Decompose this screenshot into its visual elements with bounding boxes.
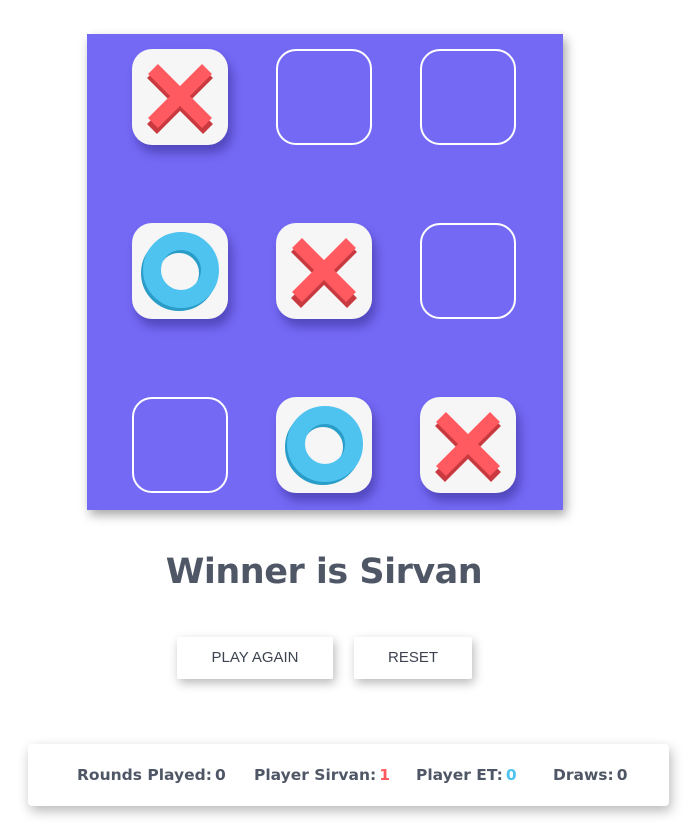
o-mark-icon xyxy=(285,406,363,485)
reset-button[interactable]: RESET xyxy=(354,637,472,679)
board-cell-7[interactable] xyxy=(132,397,228,493)
player-x-score: 1 xyxy=(379,766,391,784)
board-cell-5[interactable] xyxy=(276,223,372,319)
player-x-label: Player Sirvan: xyxy=(254,766,377,784)
rounds-played-stat: Rounds Played: 0 xyxy=(77,766,226,784)
board-cell-6[interactable] xyxy=(420,223,516,319)
player-o-stat: Player ET: 0 xyxy=(416,766,517,784)
draws-label: Draws: xyxy=(553,766,614,784)
player-o-score: 0 xyxy=(505,766,517,784)
board-cell-4[interactable] xyxy=(132,223,228,319)
rounds-played-label: Rounds Played: xyxy=(77,766,212,784)
game-board xyxy=(87,34,563,510)
play-again-button[interactable]: PLAY AGAIN xyxy=(177,637,333,679)
o-mark-icon xyxy=(141,232,219,311)
rounds-played-value: 0 xyxy=(214,766,226,784)
player-x-stat: Player Sirvan: 1 xyxy=(254,766,390,784)
draws-stat: Draws: 0 xyxy=(553,766,628,784)
board-cell-3[interactable] xyxy=(420,49,516,145)
board-cell-8[interactable] xyxy=(276,397,372,493)
winner-message: Winner is Sirvan xyxy=(165,552,483,592)
x-mark-icon xyxy=(435,412,501,482)
player-o-label: Player ET: xyxy=(416,766,503,784)
draws-value: 0 xyxy=(616,766,628,784)
board-cell-2[interactable] xyxy=(276,49,372,145)
board-cell-1[interactable] xyxy=(132,49,228,145)
scoreboard: Rounds Played: 0 Player Sirvan: 1 Player E… xyxy=(28,744,669,806)
x-mark-icon xyxy=(291,238,357,308)
x-mark-icon xyxy=(147,64,213,134)
board-cell-9[interactable] xyxy=(420,397,516,493)
